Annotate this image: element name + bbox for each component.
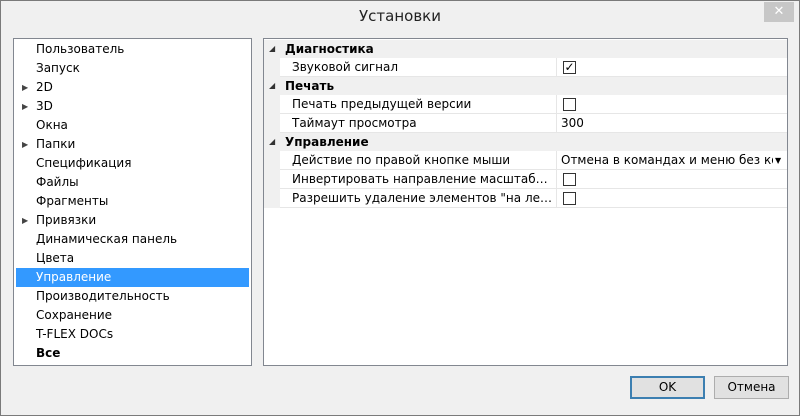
sidebar-item-windows[interactable]: Окна bbox=[16, 116, 249, 135]
title-bar[interactable]: Установки ✕ bbox=[1, 1, 799, 32]
property-row[interactable]: Разрешить удаление элементов "на лету" bbox=[264, 189, 787, 208]
expand-arrow-icon[interactable]: ▶ bbox=[22, 97, 28, 116]
settings-tree[interactable]: Пользователь Запуск ▶ 2D ▶ 3D Окна ▶ Папки Специф… bbox=[13, 38, 252, 366]
sidebar-item-label: Спецификация bbox=[36, 156, 132, 170]
collapse-arrow-icon[interactable]: ◢ bbox=[269, 77, 275, 95]
sidebar-item-files[interactable]: Файлы bbox=[16, 173, 249, 192]
sidebar-item-label: Файлы bbox=[36, 175, 79, 189]
property-name: Печать предыдущей версии bbox=[292, 97, 472, 111]
property-name: Таймаут просмотра bbox=[292, 116, 417, 130]
property-row[interactable]: Таймаут просмотра 300 bbox=[264, 114, 787, 133]
sidebar-item-startup[interactable]: Запуск bbox=[16, 59, 249, 78]
sidebar-item-label: Привязки bbox=[36, 213, 97, 227]
sidebar-item-fragments[interactable]: Фрагменты bbox=[16, 192, 249, 211]
sidebar-item-label: 2D bbox=[36, 80, 53, 94]
sidebar-item-label: 3D bbox=[36, 99, 53, 113]
settings-dialog: Установки ✕ Пользователь Запуск ▶ 2D ▶ 3D Окна… bbox=[0, 0, 800, 416]
row-gutter bbox=[264, 114, 280, 133]
row-gutter bbox=[264, 151, 280, 170]
sidebar-item-2d[interactable]: ▶ 2D bbox=[16, 78, 249, 97]
category-header[interactable]: ◢ Печать bbox=[264, 77, 787, 95]
property-row[interactable]: Инвертировать направление масштабирован.… bbox=[264, 170, 787, 189]
expand-arrow-icon[interactable]: ▶ bbox=[22, 135, 28, 154]
sidebar-item-all[interactable]: Все bbox=[16, 344, 249, 363]
sidebar-item-user[interactable]: Пользователь bbox=[16, 40, 249, 59]
row-gutter bbox=[264, 58, 280, 77]
sidebar-item-label: Все bbox=[36, 346, 61, 360]
sidebar-item-snaps[interactable]: ▶ Привязки bbox=[16, 211, 249, 230]
column-divider[interactable] bbox=[556, 189, 557, 208]
property-checkbox[interactable] bbox=[563, 173, 576, 186]
property-name: Звуковой сигнал bbox=[292, 60, 399, 74]
ok-button[interactable]: OK bbox=[630, 376, 705, 399]
sidebar-item-label: Управление bbox=[36, 270, 112, 284]
sidebar-item-label: Папки bbox=[36, 137, 76, 151]
sidebar-item-colors[interactable]: Цвета bbox=[16, 249, 249, 268]
cancel-button[interactable]: Отмена bbox=[714, 376, 789, 399]
property-checkbox[interactable] bbox=[563, 98, 576, 111]
close-button[interactable]: ✕ bbox=[764, 2, 794, 22]
column-divider[interactable] bbox=[556, 151, 557, 170]
sidebar-item-folders[interactable]: ▶ Папки bbox=[16, 135, 249, 154]
category-label: Печать bbox=[285, 79, 335, 93]
sidebar-item-dynamic-panel[interactable]: Динамическая панель bbox=[16, 230, 249, 249]
collapse-arrow-icon[interactable]: ◢ bbox=[269, 133, 275, 151]
category-label: Управление bbox=[285, 135, 369, 149]
property-name: Разрешить удаление элементов "на лету" bbox=[292, 191, 554, 205]
sidebar-item-label: Производительность bbox=[36, 289, 170, 303]
sidebar-item-specification[interactable]: Спецификация bbox=[16, 154, 249, 173]
sidebar-item-label: Окна bbox=[36, 118, 68, 132]
property-grid[interactable]: ◢ Диагностика Звуковой сигнал ✓ ◢ Печать Печат… bbox=[263, 38, 788, 366]
column-divider[interactable] bbox=[556, 58, 557, 77]
sidebar-item-saving[interactable]: Сохранение bbox=[16, 306, 249, 325]
row-gutter bbox=[264, 189, 280, 208]
property-checkbox[interactable]: ✓ bbox=[563, 61, 576, 74]
sidebar-item-3d[interactable]: ▶ 3D bbox=[16, 97, 249, 116]
category-header[interactable]: ◢ Управление bbox=[264, 133, 787, 151]
window-title: Установки bbox=[359, 7, 441, 25]
expand-arrow-icon[interactable]: ▶ bbox=[22, 78, 28, 97]
sidebar-item-label: Сохранение bbox=[36, 308, 113, 322]
category-label: Диагностика bbox=[285, 42, 374, 56]
column-divider[interactable] bbox=[556, 95, 557, 114]
sidebar-item-control[interactable]: Управление bbox=[16, 268, 249, 287]
property-value-input[interactable]: 300 bbox=[561, 114, 785, 132]
sidebar-item-label: T-FLEX DOCs bbox=[36, 327, 114, 341]
category-header[interactable]: ◢ Диагностика bbox=[264, 40, 787, 58]
property-name: Действие по правой кнопке мыши bbox=[292, 153, 511, 167]
property-row[interactable]: Звуковой сигнал ✓ bbox=[264, 58, 787, 77]
sidebar-item-tflex-docs[interactable]: T-FLEX DOCs bbox=[16, 325, 249, 344]
sidebar-item-performance[interactable]: Производительность bbox=[16, 287, 249, 306]
column-divider[interactable] bbox=[556, 170, 557, 189]
sidebar-item-label: Фрагменты bbox=[36, 194, 109, 208]
property-dropdown-value[interactable]: Отмена в командах и меню без коман, bbox=[561, 151, 773, 169]
checkmark-icon: ✓ bbox=[564, 60, 575, 74]
sidebar-item-label: Динамическая панель bbox=[36, 232, 178, 246]
row-gutter bbox=[264, 95, 280, 114]
column-divider[interactable] bbox=[556, 114, 557, 133]
sidebar-item-label: Пользователь bbox=[36, 42, 125, 56]
property-name: Инвертировать направление масштабирован.… bbox=[292, 172, 554, 186]
sidebar-item-label: Запуск bbox=[36, 61, 80, 75]
expand-arrow-icon[interactable]: ▶ bbox=[22, 211, 28, 230]
row-gutter bbox=[264, 170, 280, 189]
property-row[interactable]: Печать предыдущей версии bbox=[264, 95, 787, 114]
collapse-arrow-icon[interactable]: ◢ bbox=[269, 40, 275, 58]
close-icon: ✕ bbox=[773, 4, 785, 19]
property-row[interactable]: Действие по правой кнопке мыши Отмена в к… bbox=[264, 151, 787, 170]
property-checkbox[interactable] bbox=[563, 192, 576, 205]
chevron-down-icon[interactable]: ▼ bbox=[775, 151, 781, 170]
sidebar-item-label: Цвета bbox=[36, 251, 75, 265]
